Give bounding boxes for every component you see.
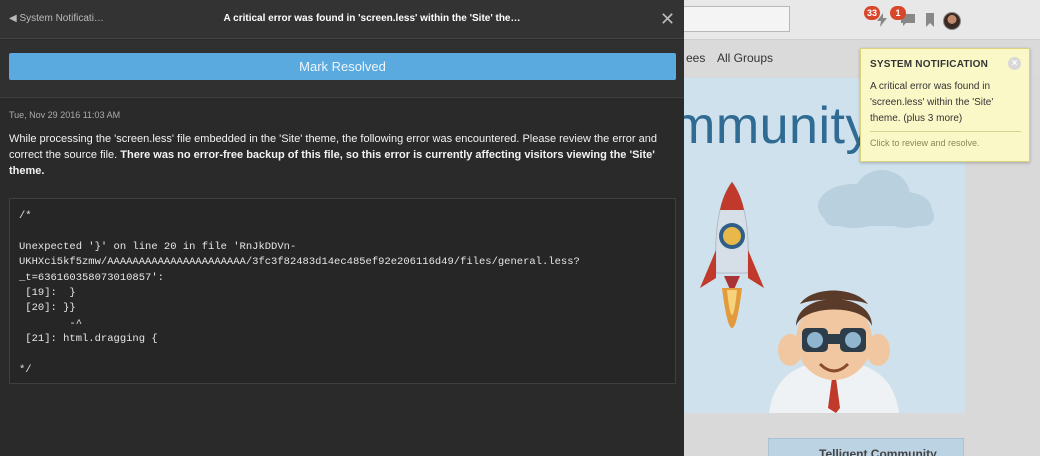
man-binoculars-illustration	[769, 290, 899, 413]
messages-badge: 1	[890, 6, 906, 20]
code-line: [21]: html.dragging {	[19, 333, 158, 346]
mark-resolved-button[interactable]: Mark Resolved	[9, 53, 676, 80]
panel-title: A critical error was found in 'screen.le…	[223, 13, 521, 24]
code-line: [19]: }	[19, 286, 76, 299]
notifications-badge: 33	[864, 6, 881, 20]
code-line: -^	[19, 317, 83, 330]
error-message: While processing the 'screen.less' file …	[9, 131, 677, 179]
notification-detail-panel: ◀ System Notificati… A critical error wa…	[0, 0, 684, 456]
messages-button[interactable]: 1	[890, 6, 920, 32]
rocket-icon	[700, 181, 764, 328]
code-line: /*	[19, 210, 32, 222]
notification-timestamp: Tue, Nov 29 2016 11:03 AM	[9, 110, 121, 120]
action-bar: Mark Resolved	[0, 40, 684, 98]
divider	[870, 131, 1021, 132]
toast-body: A critical error was found in 'screen.le…	[870, 81, 994, 124]
toast-title: SYSTEM NOTIFICATION	[870, 59, 989, 70]
nav-item-employees[interactable]: ees	[686, 51, 705, 65]
user-avatar[interactable]	[943, 12, 961, 30]
search-input[interactable]	[672, 6, 790, 32]
community-card[interactable]: Telligent Community	[768, 438, 964, 456]
code-line: [20]: }}	[19, 302, 76, 315]
community-card-title: Telligent Community	[819, 447, 937, 456]
code-line: Unexpected '}' on line 20 in file 'RnJkD…	[19, 240, 297, 253]
code-line: UKHXci5kf5zmw/AAAAAAAAAAAAAAAAAAAAAA/3fc…	[19, 256, 580, 269]
system-notification-toast[interactable]: SYSTEM NOTIFICATION × A critical error w…	[860, 48, 1030, 162]
toast-footer-link[interactable]: Click to review and resolve.	[870, 138, 1021, 148]
code-line: _t=636160358073010857':	[19, 271, 164, 284]
bookmark-icon	[926, 13, 934, 27]
error-code-block: /* Unexpected '}' on line 20 in file 'Rn…	[9, 198, 676, 384]
panel-header: ◀ System Notificati… A critical error wa…	[0, 0, 684, 39]
nav-item-all-groups[interactable]: All Groups	[717, 51, 773, 65]
code-line: */	[19, 363, 32, 376]
bookmarks-button[interactable]	[918, 8, 942, 32]
back-to-system-notifications-link[interactable]: ◀ System Notificati…	[9, 13, 104, 24]
close-icon[interactable]: ✕	[660, 10, 675, 28]
close-icon[interactable]: ×	[1008, 57, 1021, 70]
